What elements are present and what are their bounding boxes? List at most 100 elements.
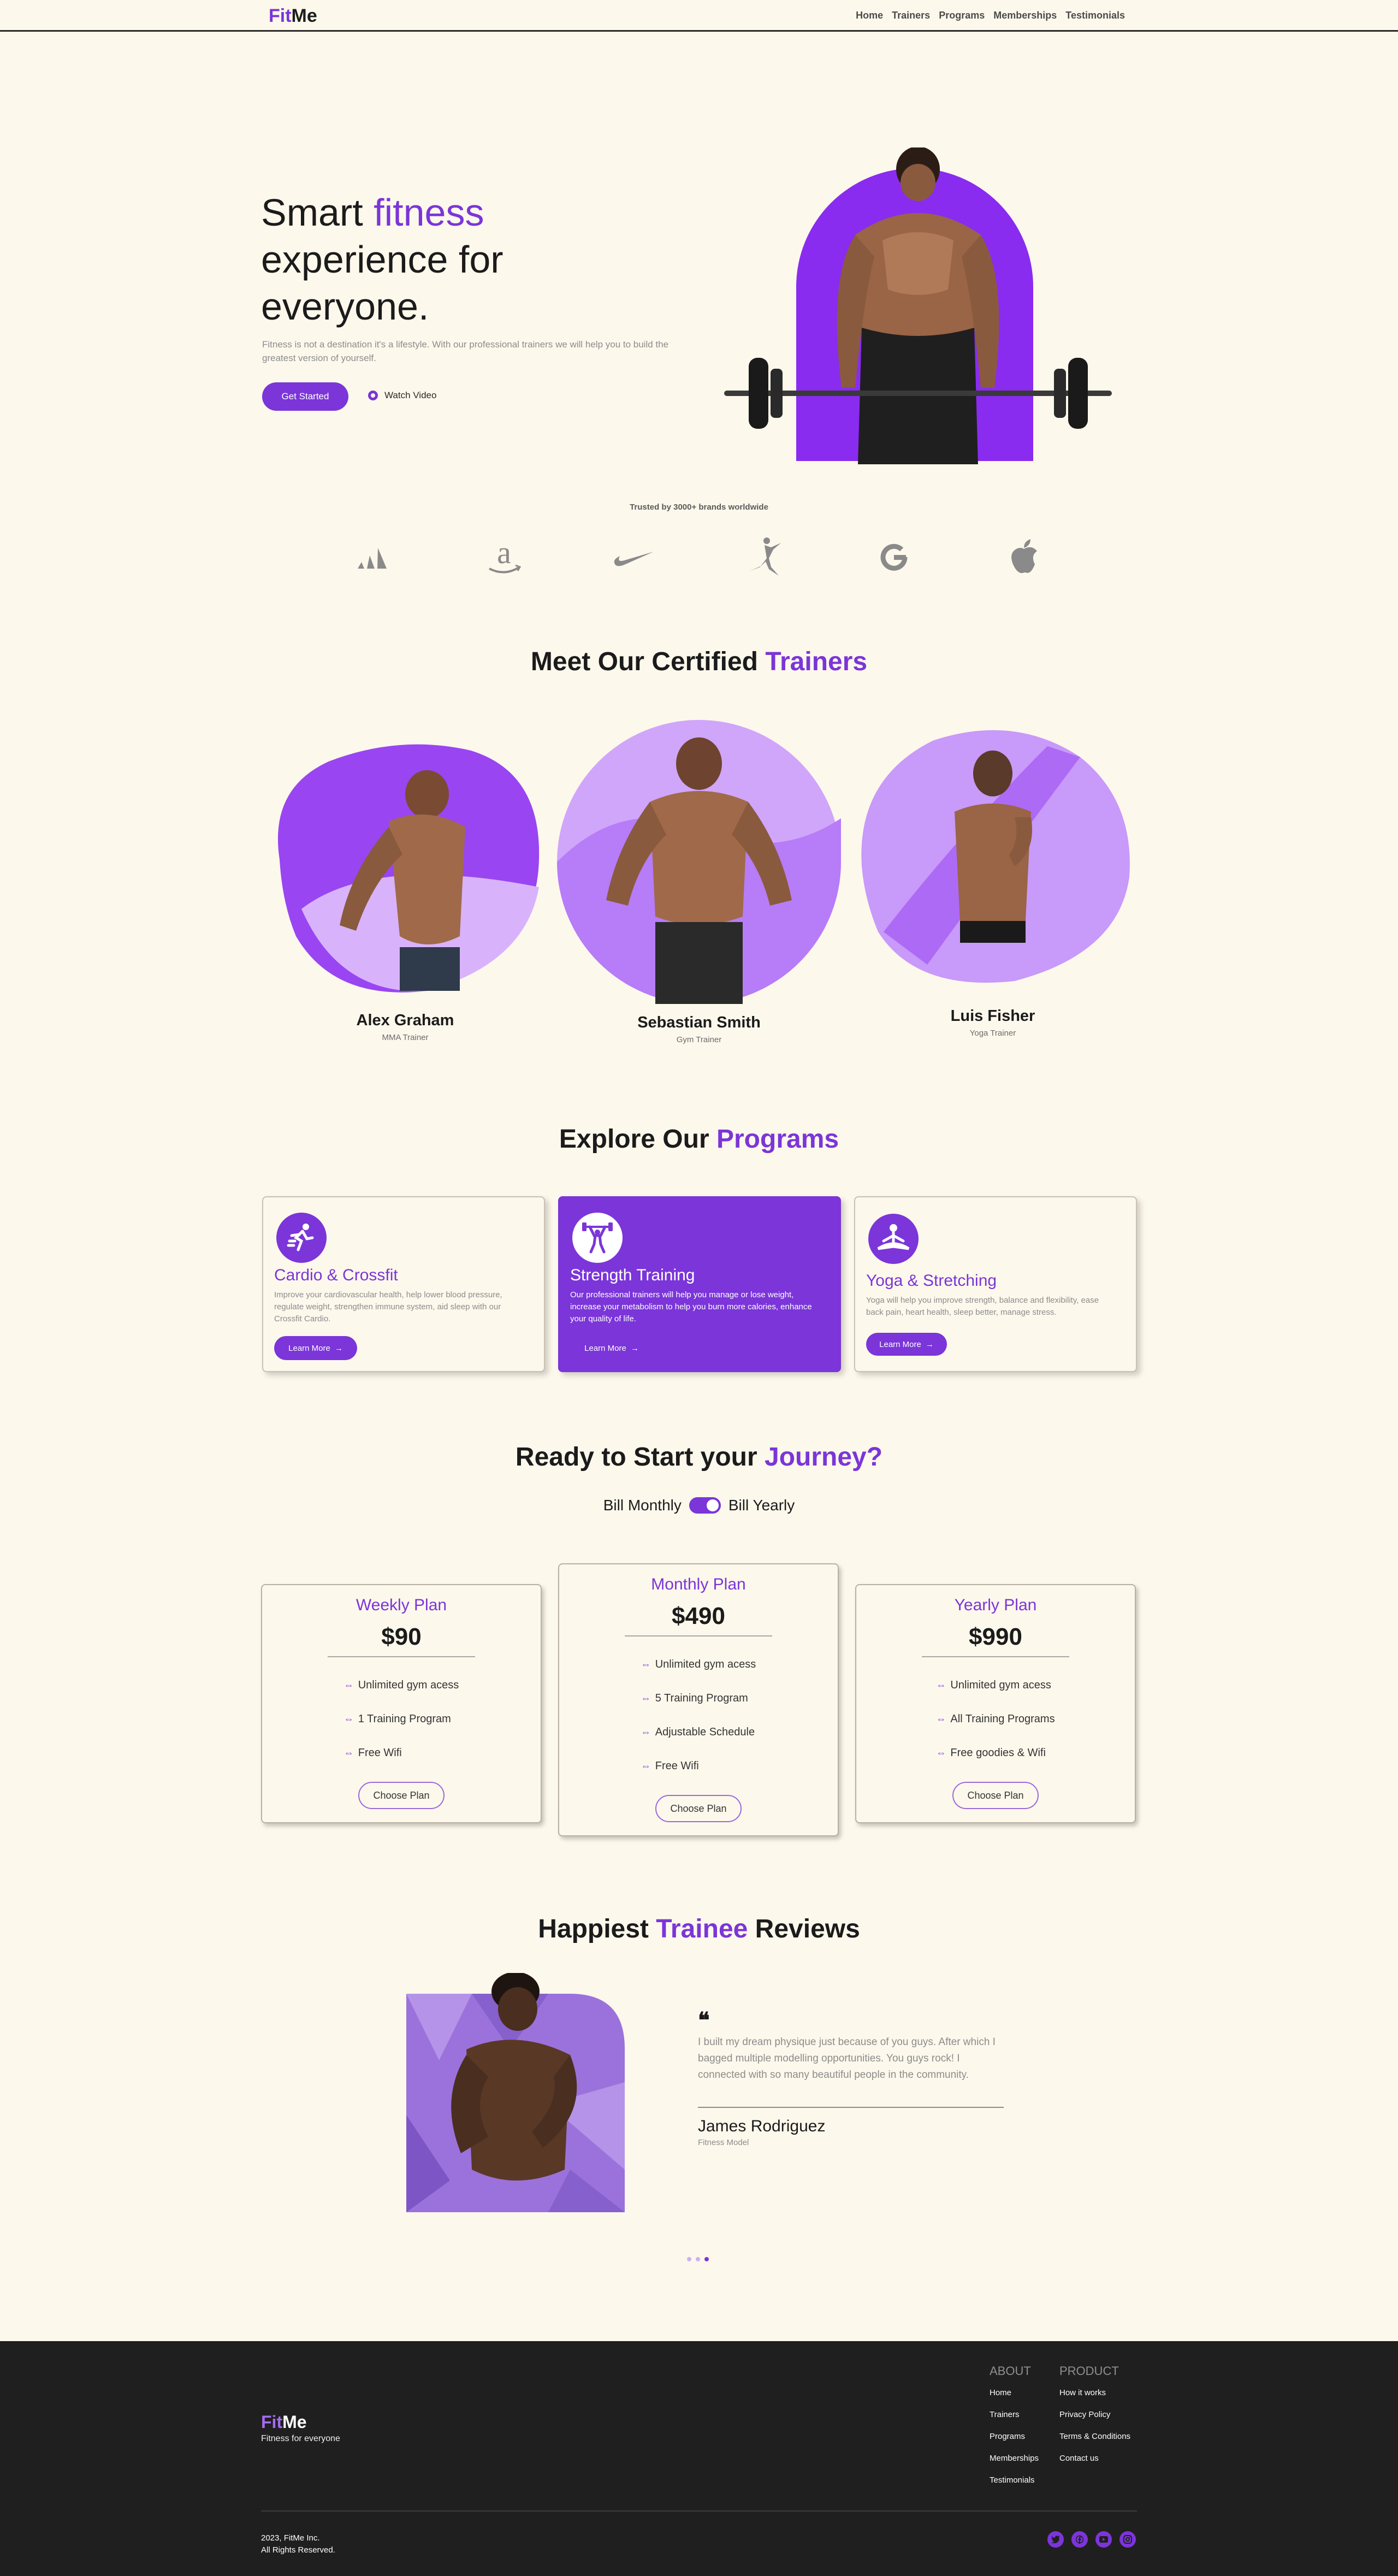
nav-home[interactable]: Home xyxy=(856,10,883,21)
running-icon xyxy=(276,1213,327,1263)
plan-feature: ⇔ Adjustable Schedule xyxy=(641,1715,756,1749)
footer-link-privacy[interactable]: Privacy Policy xyxy=(1059,2410,1130,2432)
facebook-icon[interactable] xyxy=(1071,2531,1088,2548)
feature-label: Unlimited gym acess xyxy=(358,1679,459,1691)
hero-title: Smart fitness experience for everyone. xyxy=(261,189,567,330)
trainer-photo xyxy=(557,720,841,1004)
plan-feature: ⇔ Free Wifi xyxy=(641,1749,756,1783)
feature-label: Free goodies & Wifi xyxy=(950,1746,1046,1759)
learn-more-button[interactable]: Learn More → xyxy=(866,1333,947,1356)
programs-title-highlight: Programs xyxy=(716,1125,839,1154)
program-card-cardio[interactable]: Cardio & Crossfit Improve your cardiovas… xyxy=(262,1196,545,1372)
footer-link-programs[interactable]: Programs xyxy=(990,2432,1039,2454)
double-arrow-icon: ⇔ xyxy=(641,1692,651,1704)
nav-memberships[interactable]: Memberships xyxy=(993,10,1057,21)
plan-feature: ⇔ Unlimited gym acess xyxy=(641,1647,756,1681)
trainer-card[interactable]: Sebastian Smith Gym Trainer xyxy=(557,720,841,1044)
youtube-icon[interactable] xyxy=(1095,2531,1112,2548)
trainer-name: Alex Graham xyxy=(356,1012,454,1029)
program-card-strength[interactable]: Strength Training Our professional train… xyxy=(558,1196,841,1372)
trainer-role: Gym Trainer xyxy=(676,1035,722,1044)
plan-card-yearly: Yearly Plan $990 ⇔ Unlimited gym acess ⇔ A… xyxy=(855,1584,1136,1823)
hero-title-part: Smart xyxy=(261,191,374,234)
pricing-title-highlight: Journey? xyxy=(765,1443,883,1472)
trainer-card[interactable]: Alex Graham MMA Trainer xyxy=(263,729,547,1042)
trainer-role: Yoga Trainer xyxy=(969,1029,1016,1038)
get-started-button[interactable]: Get Started xyxy=(262,382,348,411)
footer-link-home[interactable]: Home xyxy=(990,2388,1039,2410)
double-arrow-icon: ⇔ xyxy=(641,1760,651,1771)
nav-programs[interactable]: Programs xyxy=(939,10,985,21)
svg-text:a: a xyxy=(497,538,511,570)
plan-price: $490 xyxy=(625,1603,772,1636)
learn-more-button[interactable]: Learn More → xyxy=(570,1336,653,1360)
footer-link-memberships[interactable]: Memberships xyxy=(990,2454,1039,2475)
logo-fit: Fit xyxy=(269,5,292,26)
footer-logo[interactable]: FitMe xyxy=(261,2412,307,2432)
footer-link-trainers[interactable]: Trainers xyxy=(990,2410,1039,2432)
learn-more-button[interactable]: Learn More → xyxy=(274,1336,357,1360)
program-title: Cardio & Crossfit xyxy=(274,1266,398,1284)
copyright-line-1: 2023, FitMe Inc. xyxy=(261,2533,320,2543)
learn-more-label: Learn More xyxy=(288,1343,330,1353)
footer-link-testimonials[interactable]: Testimonials xyxy=(990,2475,1039,2497)
plan-features: ⇔ Unlimited gym acess ⇔ 1 Training Program… xyxy=(344,1668,459,1770)
choose-plan-button[interactable]: Choose Plan xyxy=(358,1782,445,1809)
plan-feature: ⇔ Unlimited gym acess xyxy=(936,1668,1055,1702)
footer-link-how-it-works[interactable]: How it works xyxy=(1059,2388,1130,2410)
plan-feature: ⇔ Unlimited gym acess xyxy=(344,1668,459,1702)
plan-feature: ⇔ 1 Training Program xyxy=(344,1702,459,1736)
jordan-logo xyxy=(739,536,789,578)
instagram-icon[interactable] xyxy=(1119,2531,1136,2548)
reviews-title: Happiest Trainee Reviews xyxy=(0,1914,1398,1944)
nav-testimonials[interactable]: Testimonials xyxy=(1065,10,1125,21)
footer-link-terms[interactable]: Terms & Conditions xyxy=(1059,2432,1130,2454)
trainer-name: Luis Fisher xyxy=(950,1007,1035,1025)
program-card-yoga[interactable]: Yoga & Stretching Yoga will help you imp… xyxy=(854,1196,1137,1372)
reviews-title-highlight: Trainee xyxy=(656,1915,748,1943)
nav-links: Home Trainers Programs Memberships Testi… xyxy=(856,10,1125,21)
reviewer-role: Fitness Model xyxy=(698,2138,749,2147)
arrow-right-icon: → xyxy=(334,1343,343,1353)
carousel-dot-active[interactable] xyxy=(704,2257,709,2261)
plan-card-weekly: Weekly Plan $90 ⇔ Unlimited gym acess ⇔ 1 … xyxy=(261,1584,542,1823)
navbar: FitMe Home Trainers Programs Memberships… xyxy=(0,0,1398,32)
plan-name: Yearly Plan xyxy=(954,1596,1037,1614)
double-arrow-icon: ⇔ xyxy=(343,1679,354,1691)
nav-trainers[interactable]: Trainers xyxy=(892,10,930,21)
footer-copyright: 2023, FitMe Inc. All Rights Reserved. xyxy=(261,2532,335,2556)
feature-label: Free Wifi xyxy=(358,1746,402,1759)
trainer-role: MMA Trainer xyxy=(382,1033,429,1042)
watch-video-button[interactable]: Watch Video xyxy=(368,390,436,401)
adidas-logo xyxy=(350,536,399,578)
trainer-photo xyxy=(277,744,540,992)
footer-about-heading: ABOUT xyxy=(990,2364,1031,2378)
choose-plan-button[interactable]: Choose Plan xyxy=(952,1782,1039,1809)
bill-monthly-label: Bill Monthly xyxy=(603,1497,682,1514)
carousel-dot[interactable] xyxy=(687,2257,691,2261)
plan-features: ⇔ Unlimited gym acess ⇔ All Training Progr… xyxy=(936,1668,1055,1770)
feature-label: All Training Programs xyxy=(950,1712,1055,1725)
programs-title: Explore Our Programs xyxy=(0,1124,1398,1154)
plan-features: ⇔ Unlimited gym acess ⇔ 5 Training Program… xyxy=(641,1647,756,1783)
trainer-card[interactable]: Luis Fisher Yoga Trainer xyxy=(851,724,1135,1038)
carousel-dot[interactable] xyxy=(696,2257,700,2261)
apple-logo xyxy=(999,536,1048,578)
learn-more-label: Learn More xyxy=(584,1343,626,1353)
program-title: Strength Training xyxy=(570,1266,695,1284)
footer-link-contact[interactable]: Contact us xyxy=(1059,2454,1130,2475)
program-desc: Yoga will help you improve strength, bal… xyxy=(866,1296,1099,1317)
plan-card-monthly: Monthly Plan $490 ⇔ Unlimited gym acess ⇔… xyxy=(558,1563,839,1836)
twitter-icon[interactable] xyxy=(1047,2531,1064,2548)
reviewer-photo xyxy=(406,1973,625,2212)
billing-toggle[interactable] xyxy=(689,1497,721,1514)
footer-logo-me: Me xyxy=(282,2412,307,2432)
choose-plan-button[interactable]: Choose Plan xyxy=(655,1795,742,1822)
feature-label: Adjustable Schedule xyxy=(655,1726,755,1738)
quote-icon: ❝ xyxy=(698,2008,710,2033)
trusted-text: Trusted by 3000+ brands worldwide xyxy=(630,503,768,512)
logo[interactable]: FitMe xyxy=(269,5,317,27)
logo-me: Me xyxy=(291,5,317,26)
trainers-title-part: Meet Our Certified xyxy=(530,647,766,676)
plan-price: $90 xyxy=(328,1623,475,1657)
